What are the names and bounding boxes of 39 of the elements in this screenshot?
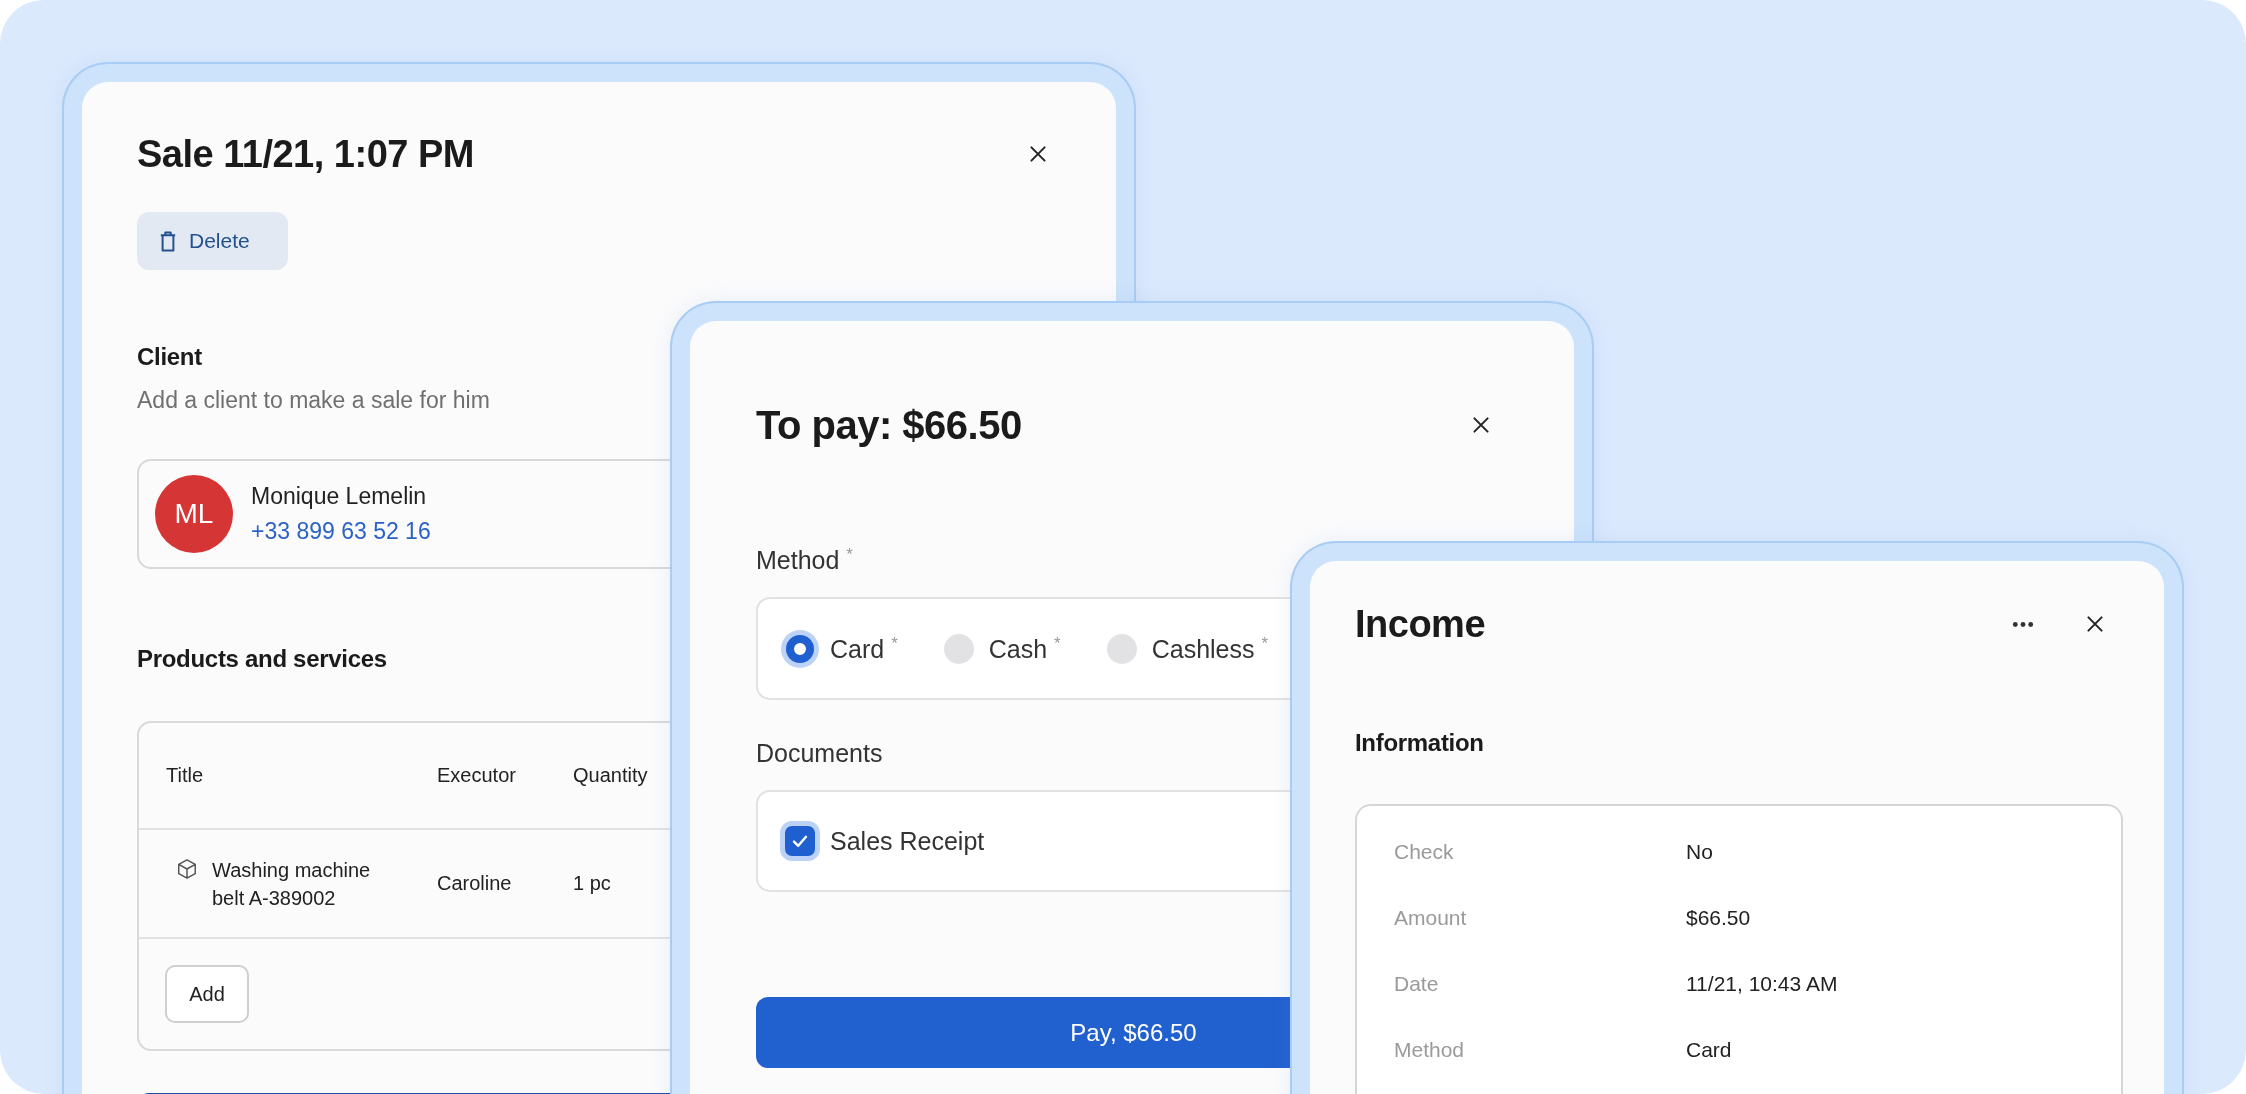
avatar: ML bbox=[155, 475, 233, 553]
trash-icon bbox=[159, 229, 177, 253]
detail-value: $66.50 bbox=[1686, 906, 1752, 930]
radio-button[interactable] bbox=[943, 633, 974, 664]
delete-button[interactable]: Delete bbox=[137, 212, 288, 270]
radio-label: Cashless $^{*}$ bbox=[1151, 633, 1269, 664]
section-heading: Information bbox=[1355, 728, 1484, 758]
radio-label: Card $^{*}$ bbox=[830, 633, 898, 664]
close-icon[interactable] bbox=[1027, 143, 1049, 165]
detail-value: Card bbox=[1686, 1038, 1733, 1062]
section-heading: Client bbox=[137, 342, 202, 372]
table-cell-text: Washing machine belt A-389002 bbox=[212, 857, 372, 911]
detail-value: No bbox=[1686, 840, 1714, 864]
detail-label: Method bbox=[1394, 1038, 1466, 1062]
checkbox-label: Sales Receipt bbox=[830, 826, 985, 856]
add-button[interactable]: Add bbox=[165, 965, 249, 1023]
radio-button[interactable] bbox=[1106, 633, 1137, 664]
client-phone[interactable]: +33 899 63 52 16 bbox=[251, 518, 431, 545]
dialog-title: Sale 11/21, 1:07 PM bbox=[137, 132, 474, 176]
box-icon bbox=[176, 857, 198, 880]
close-icon[interactable] bbox=[2084, 613, 2106, 635]
close-icon[interactable] bbox=[1470, 414, 1492, 436]
field-label: Documents bbox=[756, 738, 883, 769]
section-hint: Add a client to make a sale for him bbox=[137, 386, 490, 415]
column-header: Executor bbox=[437, 764, 517, 787]
dialog-title: Income bbox=[1355, 602, 1486, 646]
section-heading: Products and services bbox=[137, 644, 387, 674]
detail-label: Amount bbox=[1394, 906, 1468, 930]
more-icon[interactable] bbox=[2012, 621, 2034, 628]
column-header: Title bbox=[166, 764, 205, 787]
column-header: Quantity bbox=[573, 764, 649, 787]
dialog-title: To pay: $66.50 bbox=[756, 403, 1022, 447]
client-name: Monique Lemelin bbox=[251, 483, 428, 510]
detail-value: 11/21, 10:43 AM bbox=[1686, 972, 1839, 996]
detail-label: Check bbox=[1394, 840, 1455, 864]
table-cell-text: Caroline bbox=[437, 872, 513, 895]
radio-label: Cash $^{*}$ bbox=[988, 633, 1061, 664]
detail-label: Date bbox=[1394, 972, 1440, 996]
table-cell-text: 1 pc bbox=[573, 872, 612, 895]
